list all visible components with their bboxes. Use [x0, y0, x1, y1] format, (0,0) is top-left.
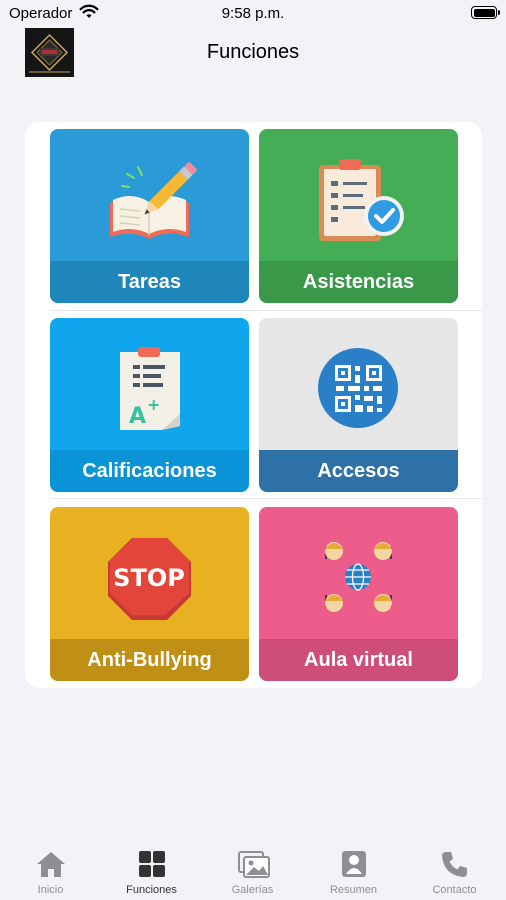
battery-icon — [471, 6, 500, 19]
tab-inicio[interactable]: Inicio — [0, 840, 101, 900]
tile-tareas[interactable]: Tareas — [50, 129, 249, 303]
nav-bar: Funciones — [0, 28, 506, 80]
clipboard-check-icon — [319, 159, 404, 241]
tile-label: Calificaciones — [82, 459, 217, 482]
divider — [50, 498, 482, 499]
tile-label: Aula virtual — [304, 648, 413, 671]
grade-sheet-icon: A + — [120, 347, 180, 430]
tile-label: Accesos — [317, 459, 400, 482]
svg-text:A: A — [129, 404, 146, 429]
tab-bar: Inicio Funciones Galerías Resumen Contac… — [0, 840, 506, 900]
tab-contacto[interactable]: Contacto — [404, 840, 505, 900]
gallery-icon — [238, 851, 270, 878]
qr-code-icon — [318, 348, 398, 428]
tile-asistencias[interactable]: Asistencias — [259, 129, 458, 303]
virtual-classroom-icon — [325, 542, 392, 612]
tile-anti-bullying[interactable]: STOP Anti-Bullying — [50, 507, 249, 681]
tile-label: Anti-Bullying — [87, 648, 212, 671]
page-title: Funciones — [206, 41, 300, 63]
tab-funciones[interactable]: Funciones — [101, 840, 202, 900]
tab-galerias[interactable]: Galerías — [202, 840, 303, 900]
status-bar: Operador 9:58 p.m. — [0, 0, 506, 28]
tile-label: Asistencias — [302, 270, 415, 293]
tile-calificaciones[interactable]: A + Calificaciones — [50, 318, 249, 492]
stop-sign-icon: STOP — [108, 538, 191, 620]
grid-icon — [139, 851, 165, 877]
home-icon — [37, 852, 65, 877]
divider — [50, 310, 482, 311]
functions-card: Tareas Asistencias A + Calificaciones Ac… — [25, 122, 482, 688]
tile-accesos[interactable]: Accesos — [259, 318, 458, 492]
phone-icon — [442, 852, 467, 877]
tile-label: Tareas — [117, 270, 181, 293]
stop-text: STOP — [113, 564, 185, 592]
svg-text:+: + — [147, 395, 160, 414]
tab-resumen[interactable]: Resumen — [303, 840, 404, 900]
clock: 9:58 p.m. — [221, 5, 285, 22]
book-pencil-icon — [110, 162, 197, 239]
tile-aula-virtual[interactable]: Aula virtual — [259, 507, 458, 681]
resume-icon — [342, 851, 366, 877]
